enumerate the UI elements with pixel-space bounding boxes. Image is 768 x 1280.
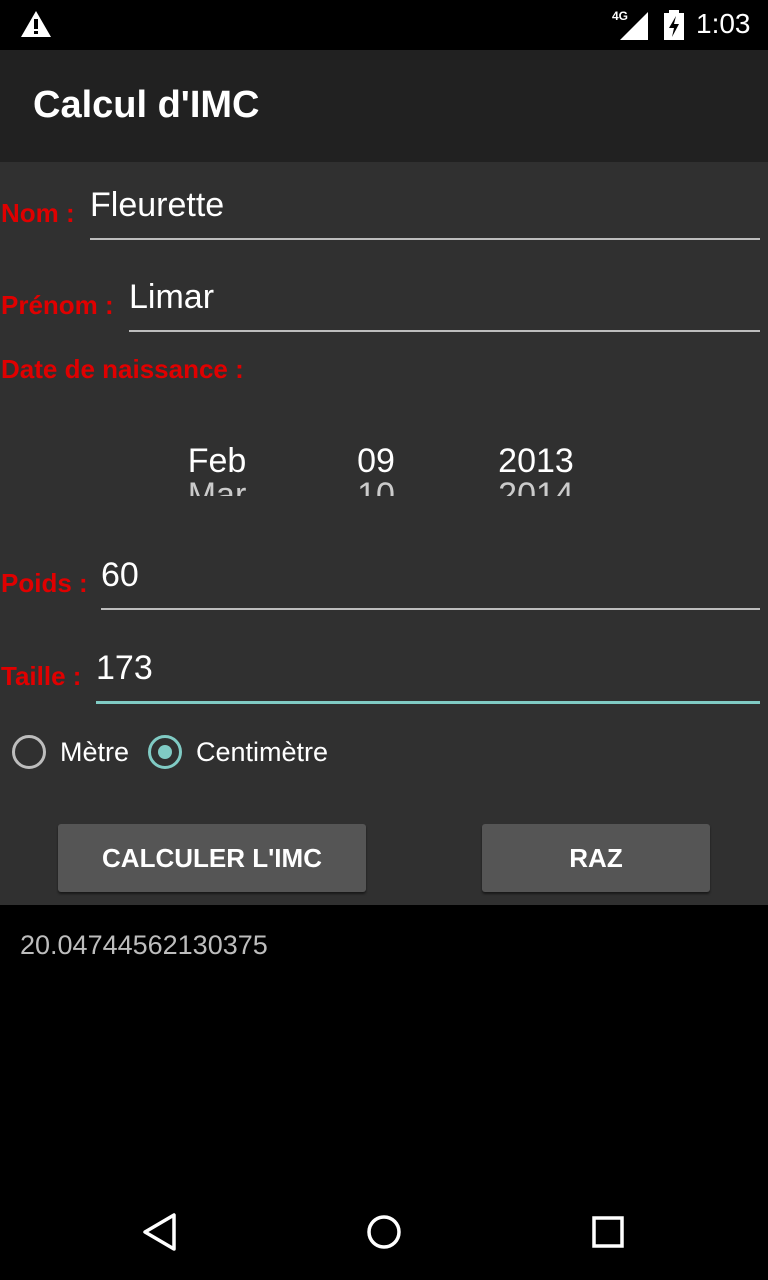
poids-field[interactable] [101, 548, 760, 610]
radio-centimetre-circle[interactable] [148, 735, 182, 769]
radio-metre-circle[interactable] [12, 735, 46, 769]
radio-centimetre-label: Centimètre [196, 736, 329, 767]
year-value: 2013 [498, 442, 574, 480]
prenom-label: Prénom : [1, 290, 114, 320]
taille-input[interactable] [96, 649, 760, 688]
taille-field[interactable] [96, 641, 760, 704]
month-spinner[interactable]: Feb Mar [147, 444, 287, 496]
reset-button[interactable]: RAZ [482, 824, 710, 892]
month-next-value: Mar [147, 478, 287, 496]
recents-icon[interactable] [588, 1212, 628, 1252]
poids-label: Poids : [1, 568, 88, 598]
home-icon[interactable] [364, 1212, 404, 1252]
battery-charging-icon [664, 10, 684, 40]
nom-field[interactable] [90, 178, 760, 240]
app-title: Calcul d'IMC [33, 84, 260, 126]
month-value: Feb [187, 442, 247, 480]
radio-selected-dot [158, 745, 172, 759]
calculate-button[interactable]: CALCULER L'IMC [58, 824, 366, 892]
nom-input[interactable] [90, 186, 760, 225]
app-bar: Calcul d'IMC [0, 50, 768, 162]
taille-label: Taille : [1, 661, 82, 691]
day-value: 09 [357, 442, 395, 480]
navigation-bar [0, 1184, 768, 1280]
bmi-result: 20.04744562130375 [20, 930, 268, 960]
day-spinner[interactable]: 09 10 [306, 444, 446, 496]
prenom-input[interactable] [129, 278, 760, 317]
radio-metre[interactable]: Mètre [12, 732, 129, 772]
warning-icon [21, 11, 51, 37]
poids-input[interactable] [101, 556, 760, 595]
form-container: Nom : Prénom : Date de naissance : Feb M… [0, 162, 768, 905]
signal-icon [620, 12, 648, 40]
year-spinner[interactable]: 2013 2014 [466, 444, 606, 496]
clock: 1:03 [696, 8, 751, 39]
radio-centimetre[interactable]: Centimètre [148, 732, 328, 772]
day-next-value: 10 [306, 478, 446, 496]
year-next-value: 2014 [466, 478, 606, 496]
back-icon[interactable] [140, 1212, 180, 1252]
nom-label: Nom : [1, 198, 75, 228]
date-label: Date de naissance : [1, 354, 244, 384]
prenom-field[interactable] [129, 270, 760, 332]
status-bar: 4G 1:03 [0, 0, 768, 50]
radio-metre-label: Mètre [60, 736, 130, 767]
